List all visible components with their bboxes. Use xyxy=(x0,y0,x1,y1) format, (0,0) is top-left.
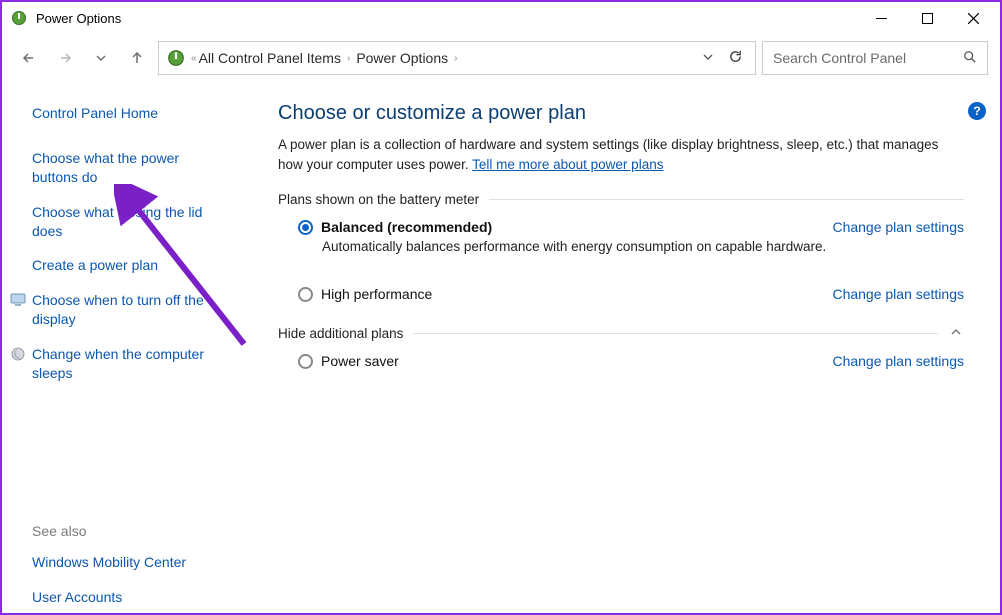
sidebar: Control Panel Home Choose what the power… xyxy=(2,94,246,613)
page-description: A power plan is a collection of hardware… xyxy=(278,135,964,174)
back-button[interactable] xyxy=(14,43,44,73)
titlebar: Power Options xyxy=(2,2,1000,34)
power-options-icon xyxy=(10,9,28,27)
chevron-right-icon: › xyxy=(452,53,459,64)
close-button[interactable] xyxy=(950,3,996,34)
plan-power-saver-radio[interactable] xyxy=(298,354,313,369)
plan-high-performance-radio[interactable] xyxy=(298,287,313,302)
see-also-mobility-center[interactable]: Windows Mobility Center xyxy=(32,553,228,572)
sidebar-computer-sleeps-link[interactable]: Change when the computer sleeps xyxy=(32,345,228,383)
refresh-button[interactable] xyxy=(728,49,743,67)
monitor-icon xyxy=(10,292,26,308)
sidebar-power-buttons-link[interactable]: Choose what the power buttons do xyxy=(32,149,228,187)
address-dropdown-button[interactable] xyxy=(702,51,714,66)
toolbar: « All Control Panel Items › Power Option… xyxy=(2,34,1000,82)
plan-high-performance-name[interactable]: High performance xyxy=(321,286,432,302)
plan-high-performance: High performance Change plan settings xyxy=(278,280,964,308)
address-bar[interactable]: « All Control Panel Items › Power Option… xyxy=(158,41,756,75)
maximize-button[interactable] xyxy=(904,3,950,34)
minimize-button[interactable] xyxy=(858,3,904,34)
recent-dropdown-button[interactable] xyxy=(86,43,116,73)
plan-balanced-name[interactable]: Balanced (recommended) xyxy=(321,219,492,235)
plan-balanced: Balanced (recommended) Change plan setti… xyxy=(278,213,964,272)
page-title: Choose or customize a power plan xyxy=(278,102,964,125)
plan-balanced-desc: Automatically balances performance with … xyxy=(298,235,964,266)
see-also-label: See also xyxy=(32,523,228,539)
change-plan-settings-high-perf[interactable]: Change plan settings xyxy=(832,286,964,302)
section-battery-meter-plans: Plans shown on the battery meter xyxy=(278,192,964,207)
change-plan-settings-balanced[interactable]: Change plan settings xyxy=(832,219,964,235)
window-title: Power Options xyxy=(36,11,121,26)
chevron-left-icon[interactable]: « xyxy=(189,53,199,64)
breadcrumb-current[interactable]: Power Options xyxy=(356,50,448,66)
see-also-user-accounts[interactable]: User Accounts xyxy=(32,588,228,607)
up-button[interactable] xyxy=(122,43,152,73)
search-box[interactable] xyxy=(762,41,988,75)
search-input[interactable] xyxy=(773,50,943,66)
learn-more-link[interactable]: Tell me more about power plans xyxy=(472,157,663,172)
power-options-icon xyxy=(165,47,187,69)
content-pane: Choose or customize a power plan A power… xyxy=(246,94,1000,613)
plan-balanced-radio[interactable] xyxy=(298,220,313,235)
search-icon[interactable] xyxy=(963,50,977,67)
help-icon[interactable]: ? xyxy=(968,102,986,120)
change-plan-settings-power-saver[interactable]: Change plan settings xyxy=(832,353,964,369)
forward-button[interactable] xyxy=(50,43,80,73)
sidebar-create-plan-link[interactable]: Create a power plan xyxy=(32,256,228,275)
sidebar-turn-off-display-link[interactable]: Choose when to turn off the display xyxy=(32,291,228,329)
sidebar-home-link[interactable]: Control Panel Home xyxy=(32,104,228,123)
chevron-right-icon: › xyxy=(345,53,352,64)
sidebar-closing-lid-link[interactable]: Choose what closing the lid does xyxy=(32,203,228,241)
breadcrumb-parent[interactable]: All Control Panel Items xyxy=(199,50,341,66)
plan-power-saver: Power saver Change plan settings xyxy=(278,347,964,375)
moon-icon xyxy=(10,346,26,362)
plan-power-saver-name[interactable]: Power saver xyxy=(321,353,399,369)
chevron-up-icon[interactable] xyxy=(948,326,964,341)
section-additional-plans[interactable]: Hide additional plans xyxy=(278,326,964,341)
